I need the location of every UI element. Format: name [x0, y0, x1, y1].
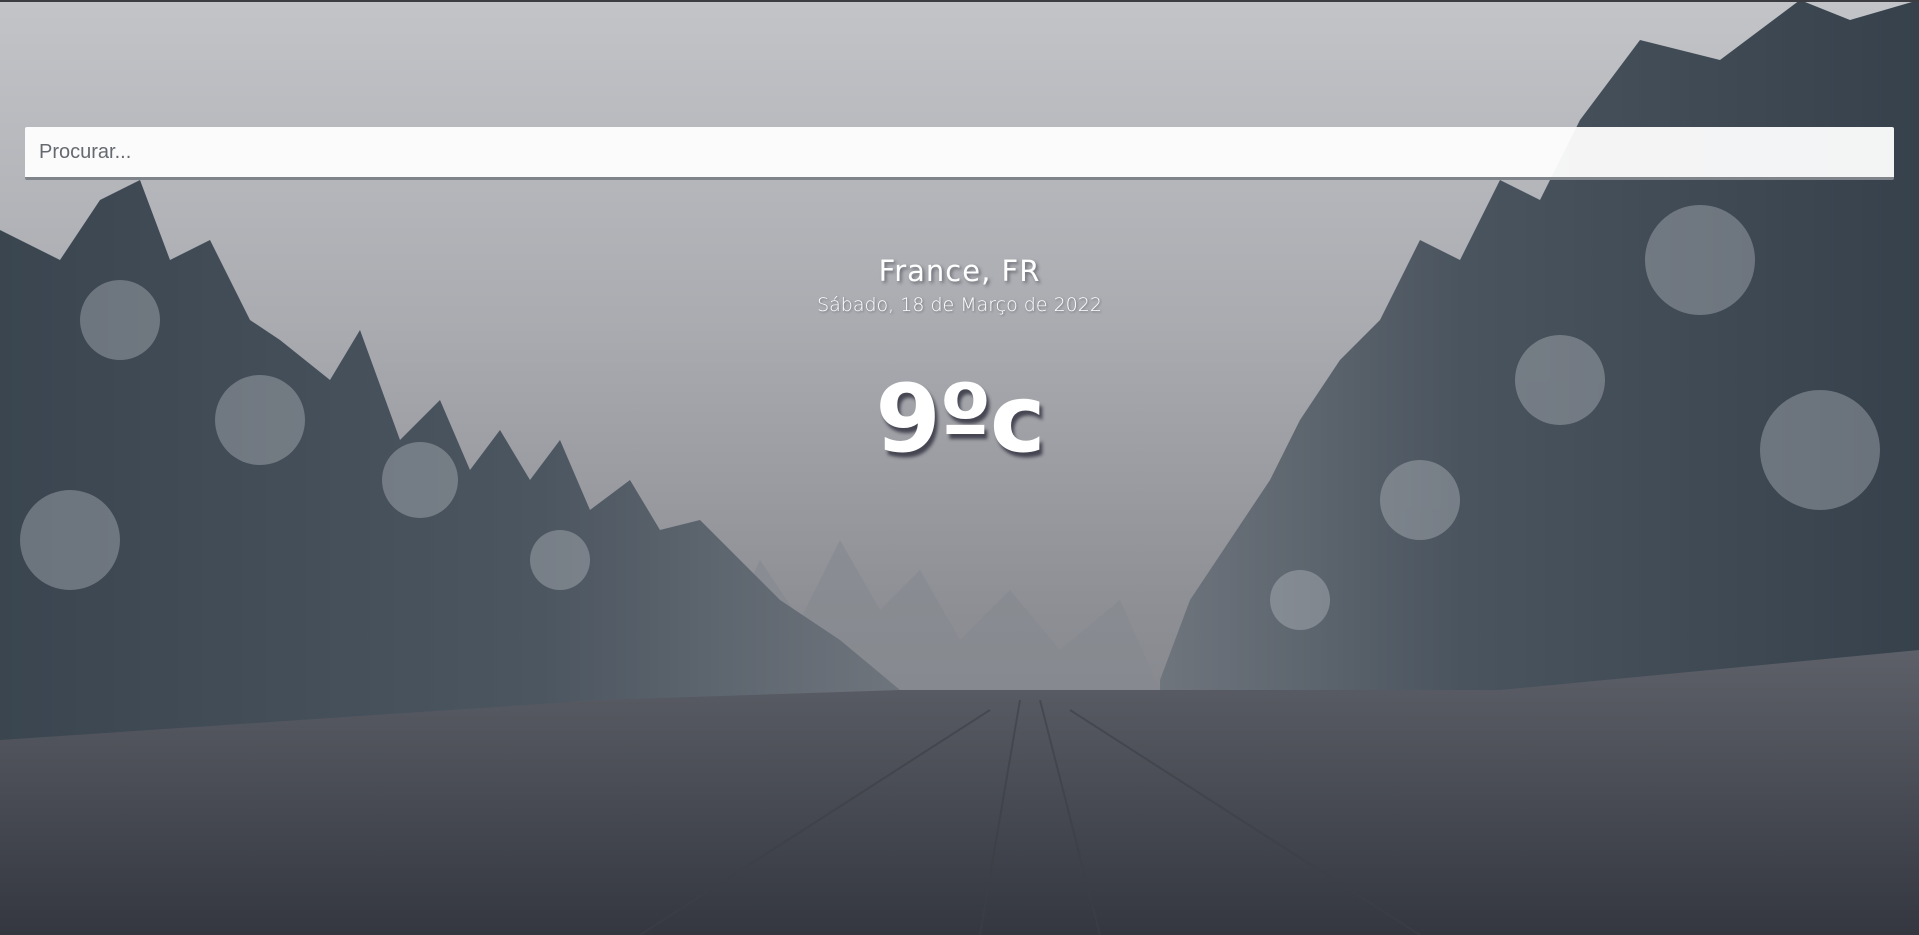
location-label: France, FR	[878, 254, 1041, 288]
date-label: Sábado, 18 de Março de 2022	[817, 294, 1102, 316]
top-border	[0, 0, 1919, 2]
search-input[interactable]	[25, 127, 1894, 180]
temperature-display: 9ºc	[875, 365, 1045, 474]
